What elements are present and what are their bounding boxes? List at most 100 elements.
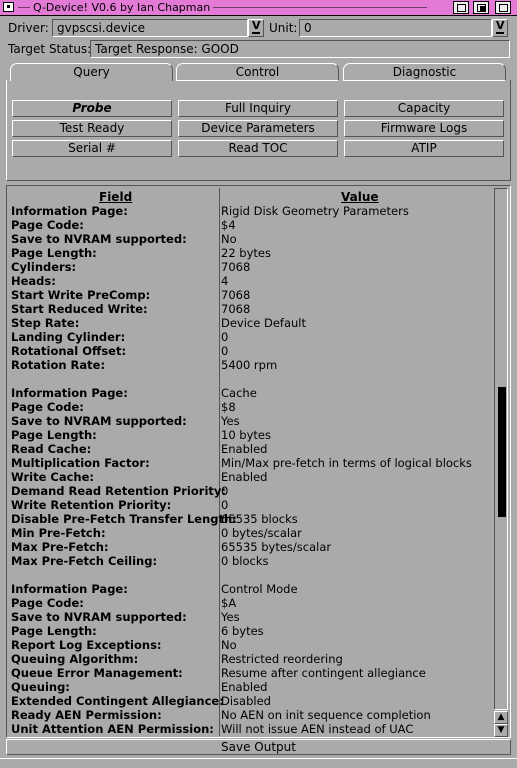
value-cell: 0 [221,330,229,344]
close-icon[interactable] [3,2,14,12]
field-cell: Max Pre-Fetch Ceiling: [11,554,158,568]
field-cell: Queuing: [11,680,70,694]
field-cell: Write Cache: [11,470,94,484]
table-row: Multiplication Factor: Min/Max pre-fetch … [11,456,491,470]
field-cell: Ready AEN Permission: [11,708,162,722]
tab-query[interactable]: Query [10,63,173,81]
field-cell: Page Length: [11,624,97,638]
driver-dropdown-button[interactable]: V [248,19,264,37]
field-cell: Rotational Offset: [11,344,127,358]
value-cell: 0 bytes/scalar [221,526,302,540]
field-cell: Save to NVRAM supported: [11,414,187,428]
table-row: Page Code: $4 [11,218,491,232]
table-row: Page Code: $8 [11,400,491,414]
tab-control[interactable]: Control [176,63,339,81]
chevron-down-icon: V [252,19,261,34]
table-row: Page Length: 22 bytes [11,246,491,260]
field-cell: Step Rate: [11,316,80,330]
results-table[interactable]: Field Value Information Page: Rigid Disk … [6,185,511,738]
value-cell: 10 bytes [221,428,271,442]
tab-diagnostic[interactable]: Diagnostic [343,63,506,81]
value-column-header: Value [341,190,379,204]
table-row: Start Write PreComp: 7068 [11,288,491,302]
value-cell: Rigid Disk Geometry Parameters [221,204,409,218]
save-output-button[interactable]: Save Output [6,739,511,755]
value-cell: $8 [221,400,236,414]
value-cell: 0 [221,344,229,358]
value-cell: 7068 [221,260,251,274]
table-row: Report Log Exceptions: No [11,638,491,652]
field-cell: Unit Attention AEN Permission: [11,722,214,736]
table-rows: Information Page: Rigid Disk Geometry Par… [11,204,491,736]
field-cell: Read Cache: [11,442,92,456]
value-cell: 0 [221,484,229,498]
value-cell: 0 blocks [221,554,269,568]
table-row: Start Reduced Write: 7068 [11,302,491,316]
value-cell: Yes [221,414,240,428]
field-cell: Multiplication Factor: [11,456,150,470]
chevron-down-icon: V [496,19,505,34]
field-cell: Start Reduced Write: [11,302,148,316]
field-cell: Queue Error Management: [11,666,183,680]
table-row: Save to NVRAM supported: Yes [11,610,491,624]
field-cell: Save to NVRAM supported: [11,232,187,246]
unit-label: Unit: [269,21,298,35]
table-row: Write Retention Priority: 0 [11,498,491,512]
full-inquiry-button[interactable]: Full Inquiry [178,100,338,117]
value-cell: No [221,232,237,246]
table-row: Max Pre-Fetch: 65535 bytes/scalar [11,540,491,554]
capacity-button[interactable]: Capacity [344,100,504,117]
scroll-up-icon[interactable]: ▲ [494,711,508,724]
scrollbar-knob[interactable] [498,387,506,517]
driver-field[interactable]: gvpscsi.device [52,19,248,37]
title-bar[interactable]: Q-Device! V0.6 by Ian Chapman [0,0,517,16]
table-row: Save to NVRAM supported: Yes [11,414,491,428]
table-row: Landing Cylinder: 0 [11,330,491,344]
value-cell: Min/Max pre-fetch in terms of logical bl… [221,456,472,470]
field-cell: Extended Contingent Allegiance: [11,694,224,708]
depth-icon[interactable] [495,1,511,14]
value-cell: Device Default [221,316,307,330]
field-cell: Information Page: [11,582,128,596]
value-cell: 22 bytes [221,246,271,260]
firmware-logs-button[interactable]: Firmware Logs [344,120,504,137]
table-row: Queue Error Management: Resume after cont… [11,666,491,680]
value-cell: Control Mode [221,582,298,596]
table-row: Demand Read Retention Priority: 0 [11,484,491,498]
device-parameters-button[interactable]: Device Parameters [178,120,338,137]
scroll-down-icon[interactable]: ▼ [494,724,508,737]
unit-field[interactable]: 0 [299,19,492,37]
field-cell: Start Write PreComp: [11,288,151,302]
target-status-field: Target Response: GOOD [90,40,510,58]
table-row: Heads: 4 [11,274,491,288]
value-cell: Yes [221,610,240,624]
window-title: Q-Device! V0.6 by Ian Chapman [30,1,214,14]
field-cell: Page Length: [11,428,97,442]
table-row: Min Pre-Fetch: 0 bytes/scalar [11,526,491,540]
serial-number-button[interactable]: Serial # [12,140,172,157]
table-row: Ready AEN Permission: No AEN on init sequ… [11,708,491,722]
value-cell: Resume after contingent allegiance [221,666,426,680]
field-cell: Heads: [11,274,56,288]
value-cell: Restricted reordering [221,652,343,666]
table-row: Cylinders: 7068 [11,260,491,274]
table-row: Queuing: Enabled [11,680,491,694]
field-cell: Min Pre-Fetch: [11,526,106,540]
table-row: Page Length: 10 bytes [11,428,491,442]
unit-dropdown-button[interactable]: V [492,19,508,37]
read-toc-button[interactable]: Read TOC [178,140,338,157]
value-cell: No AEN on init sequence completion [221,708,431,722]
field-cell: Information Page: [11,204,128,218]
probe-button[interactable]: Probe [12,100,172,117]
field-cell: Save to NVRAM supported: [11,610,187,624]
table-row: Rotational Offset: 0 [11,344,491,358]
zoom-icon[interactable] [473,1,489,14]
atip-button[interactable]: ATIP [344,140,504,157]
iconify-icon[interactable] [453,1,469,14]
field-cell: Queuing Algorithm: [11,652,139,666]
table-row: Disable Pre-Fetch Transfer Length: 65535 … [11,512,491,526]
value-cell: Enabled [221,470,268,484]
test-ready-button[interactable]: Test Ready [12,120,172,137]
vertical-scrollbar[interactable] [494,188,508,710]
target-status-label: Target Status: [8,42,92,56]
